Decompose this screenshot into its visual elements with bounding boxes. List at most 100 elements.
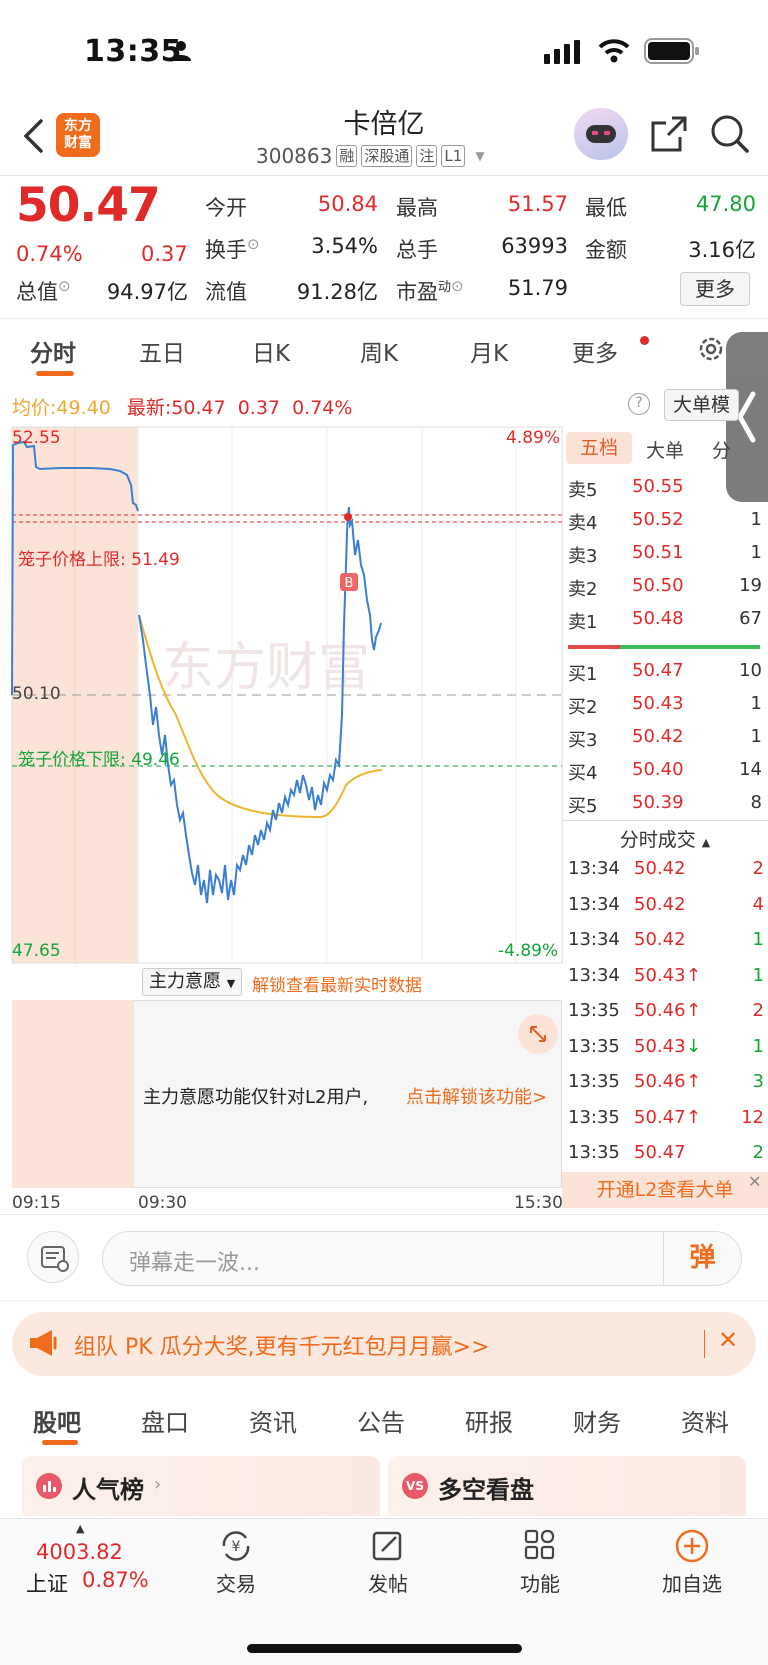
status-time: 13:35 <box>84 34 182 69</box>
help-icon[interactable]: ? <box>628 393 650 415</box>
svg-text:¥: ¥ <box>232 1539 241 1555</box>
tab-five-day[interactable]: 五日 <box>139 334 185 368</box>
volume-label: 总手 <box>396 238 438 262</box>
ask-price: 50.52 <box>632 509 684 530</box>
bid-label: 买3 <box>568 730 598 751</box>
tab-daily-k[interactable]: 日K <box>252 334 290 368</box>
promo-banner[interactable]: 组队 PK 瓜分大奖,更有千元红包月月赢>> ✕ <box>12 1312 756 1376</box>
tick-price: 50.47 <box>634 1106 686 1128</box>
tab-weekly-k[interactable]: 周K <box>360 334 398 368</box>
caret-up-icon: ▲ <box>76 1522 85 1535</box>
tick-price: 50.43 <box>634 964 686 986</box>
tick-time: 13:35 <box>568 1142 620 1163</box>
tick-row: 13:35 50.46 ↑ 2 <box>568 1000 764 1030</box>
big-order-mode-button[interactable]: 大单模 <box>664 389 740 421</box>
bid-row[interactable]: 买2 50.43 1 <box>566 693 764 723</box>
change-amount: 0.37 <box>141 242 188 266</box>
info-icon[interactable]: ⊙ <box>58 277 71 295</box>
tab-announcement[interactable]: 公告 <box>357 1403 405 1438</box>
popularity-card[interactable]: 人气榜 › <box>22 1456 380 1516</box>
turnover-label[interactable]: 换手⊙ <box>205 234 260 264</box>
tab-intraday[interactable]: 分时 <box>30 334 76 368</box>
danmu-placeholder: 弹幕走一波... <box>129 1251 260 1276</box>
turnover-value: 3.54% <box>311 234 378 258</box>
tick-row: 13:34 50.43 ↑ 1 <box>568 965 764 995</box>
tick-volume: 2 <box>752 858 764 879</box>
bid-price: 50.42 <box>632 726 684 747</box>
settings-icon[interactable] <box>696 334 726 368</box>
bid-row[interactable]: 买4 50.40 14 <box>566 759 764 789</box>
bid-row[interactable]: 买1 50.47 10 <box>566 660 764 690</box>
dropdown-icon[interactable]: ▼ <box>475 149 484 163</box>
bid-label: 买2 <box>568 697 598 718</box>
plus-circle-icon <box>675 1529 709 1563</box>
bid-label: 买4 <box>568 763 598 784</box>
more-button[interactable]: 更多 <box>680 272 750 306</box>
tab-profile[interactable]: 资料 <box>681 1403 729 1438</box>
banner-close-icon[interactable]: ✕ <box>718 1326 738 1354</box>
tab-more[interactable]: 更多 <box>572 334 618 368</box>
tab-monthly-k[interactable]: 月K <box>470 334 508 368</box>
nav-post[interactable]: 发帖 <box>348 1528 428 1597</box>
person-icon <box>170 40 192 66</box>
market-cap-label[interactable]: 总值⊙ <box>16 276 71 306</box>
unlock-realtime-link[interactable]: 解锁查看最新实时数据 <box>252 971 422 996</box>
ask-price: 50.48 <box>632 608 684 629</box>
danmu-toggle-icon[interactable] <box>27 1231 79 1283</box>
index-ticker[interactable]: ▲ 4003.82 上证 0.87% <box>18 1522 149 1600</box>
orderbook-tab-big[interactable]: 大单 <box>646 436 684 463</box>
tick-volume: 1 <box>752 929 764 950</box>
nav-trade[interactable]: ¥ 交易 <box>196 1528 276 1597</box>
info-icon[interactable]: ⊙ <box>247 235 260 253</box>
l2-bigorder-button[interactable]: 开通L2查看大单 <box>562 1172 768 1208</box>
tab-news[interactable]: 资讯 <box>249 1403 297 1438</box>
close-icon[interactable]: ✕ <box>748 1172 761 1191</box>
ask-row[interactable]: 卖1 50.48 67 <box>566 608 764 638</box>
bid-volume: 1 <box>750 726 762 747</box>
danmu-input[interactable]: 弹幕走一波... 弹 <box>102 1231 742 1286</box>
ask-row[interactable]: 卖5 50.55 <box>566 476 764 506</box>
tick-price: 50.42 <box>634 893 686 915</box>
low-label: 最低 <box>585 196 627 220</box>
ask-row[interactable]: 卖3 50.51 1 <box>566 542 764 572</box>
tick-time: 13:35 <box>568 1035 620 1057</box>
robot-avatar[interactable] <box>574 108 628 160</box>
tab-finance[interactable]: 财务 <box>573 1403 621 1438</box>
expand-icon[interactable] <box>518 1014 558 1054</box>
bid-row[interactable]: 买3 50.42 1 <box>566 726 764 756</box>
indicator-selector[interactable]: 主力意愿 ▼ <box>142 968 243 996</box>
share-icon[interactable] <box>650 115 688 157</box>
orderbook-tab-split[interactable]: 分 <box>712 436 731 463</box>
tag-level: L1 <box>441 145 466 167</box>
time-axis-end: 15:30 <box>514 1193 563 1213</box>
bid-row[interactable]: 买5 50.39 8 <box>566 792 764 822</box>
tick-volume: 2 <box>752 1000 764 1021</box>
chart-bar-icon <box>36 1473 62 1499</box>
danmu-send-button[interactable]: 弹 <box>663 1232 741 1285</box>
indicator-pre-market-zone <box>12 1000 134 1188</box>
ticks-header[interactable]: 分时成交 ▲ <box>562 820 768 852</box>
index-value: 4003.82 <box>36 1540 123 1564</box>
orderbook-tab-five[interactable]: 五档 <box>566 432 632 464</box>
tab-guba[interactable]: 股吧 <box>33 1403 81 1438</box>
info-icon[interactable]: ⊙ <box>451 277 464 295</box>
tab-pankou[interactable]: 盘口 <box>141 1403 189 1438</box>
wifi-icon <box>598 38 630 68</box>
l2-unlock-link[interactable]: 点击解锁该功能> <box>406 1083 547 1109</box>
ask-row[interactable]: 卖4 50.52 1 <box>566 509 764 539</box>
battery-icon <box>644 38 700 68</box>
high-label: 最高 <box>396 196 438 220</box>
search-icon[interactable] <box>710 114 750 158</box>
tick-arrow: ↑ <box>686 1071 702 1092</box>
tag-registration: 注 <box>416 145 438 167</box>
ask-price: 50.50 <box>632 575 684 596</box>
nav-functions[interactable]: 功能 <box>500 1528 580 1597</box>
stock-code-row[interactable]: 300863 融 深股通 注 L1 ▼ <box>256 144 485 168</box>
nav-add-watchlist[interactable]: 加自选 <box>652 1528 732 1597</box>
ask-row[interactable]: 卖2 50.50 19 <box>566 575 764 605</box>
tab-research[interactable]: 研报 <box>465 1403 513 1438</box>
tick-price: 50.46 <box>634 1000 686 1021</box>
long-short-card[interactable]: VS 多空看盘 <box>388 1456 746 1516</box>
pe-label[interactable]: 市盈动⊙ <box>396 276 464 306</box>
pe-value: 51.79 <box>507 276 568 300</box>
